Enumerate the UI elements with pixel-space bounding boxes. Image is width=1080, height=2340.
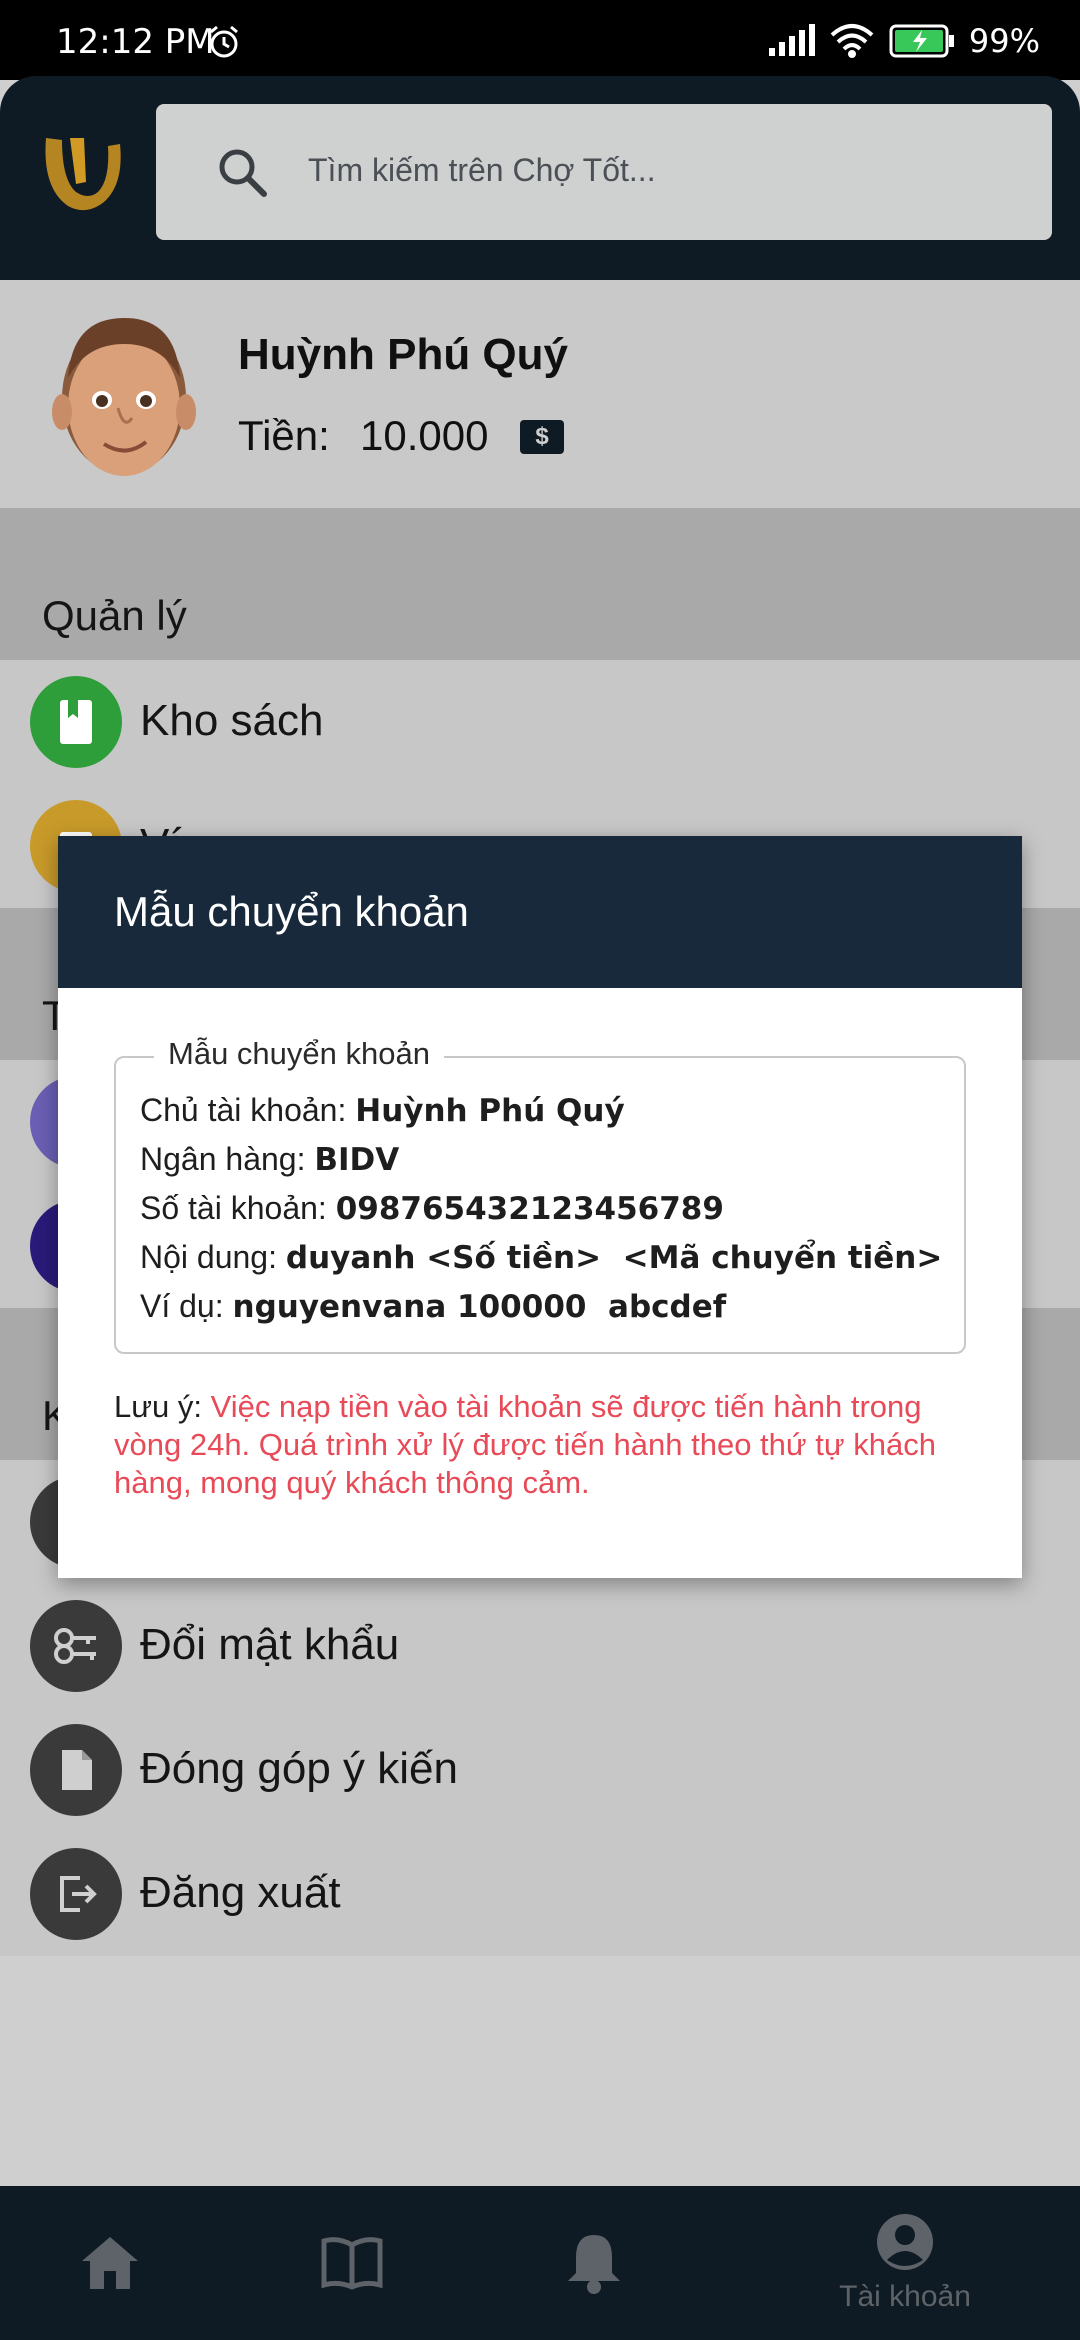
status-icons: 99% [767,22,1040,60]
wifi-icon [830,24,874,58]
book-open-icon [321,2237,383,2290]
info-account-holder: Chủ tài khoản: Huỳnh Phú Quý [140,1092,625,1129]
signal-icon [768,24,815,56]
dialog-title: Mẫu chuyển khoản [114,888,469,935]
list-item-book-store[interactable]: Kho sách [0,660,1080,784]
profile-name: Huỳnh Phú Quý [238,330,568,379]
info-example: Ví dụ: nguyenvana 100000 abcdef [140,1288,727,1325]
dialog-note: Lưu ý: Việc nạp tiền vào tài khoản sẽ đư… [114,1388,994,1502]
transfer-info-legend: Mẫu chuyển khoản [154,1036,444,1072]
list-item-label: Đổi mật khẩu [140,1620,400,1669]
status-time: 12:12 PM [56,22,215,62]
battery-icon [889,24,954,58]
note-label: Lưu ý: [114,1389,211,1424]
battery-percent: 99% [968,22,1040,60]
document-icon [30,1724,122,1816]
money-value: 10.000 [360,412,489,459]
info-bank: Ngân hàng: BIDV [140,1141,400,1178]
section-header-manage: Quản lý [0,508,1080,660]
nav-account-label: Tài khoản [839,2280,971,2313]
section-title-manage: Quản lý [42,592,187,639]
status-bar: 12:12 PM 99% [0,0,1080,80]
app-logo[interactable] [40,128,126,218]
note-text: Việc nạp tiền vào tài khoản sẽ được tiến… [114,1389,936,1500]
book-icon [30,676,122,768]
alarm-icon [210,25,238,58]
money-label: Tiền: [238,412,330,459]
list-item-logout[interactable]: Đăng xuất [0,1832,1080,1956]
info-account-number: Số tài khoản: 098765432123456789 [140,1190,724,1227]
info-content: Nội dung: duyanh <Số tiền> <Mã chuyển ti… [140,1239,943,1276]
list-item-label: Đóng góp ý kiến [140,1744,458,1793]
account-circle-icon [877,2214,933,2270]
bottom-nav: Tài khoản [0,2186,1080,2340]
dialog-header: Mẫu chuyển khoản [58,836,1022,988]
home-icon [82,2237,138,2289]
search-placeholder: Tìm kiếm trên Chợ Tốt... [308,152,656,188]
list-item-label: Đăng xuất [140,1868,341,1917]
avatar [52,318,196,476]
key-icon [30,1600,122,1692]
nav-library[interactable] [302,2186,402,2340]
nav-home[interactable] [60,2186,160,2340]
profile-card: Huỳnh Phú Quý Tiền: 10.000 $ [0,280,1080,508]
search-input[interactable]: Tìm kiếm trên Chợ Tốt... [156,104,1052,240]
logout-icon [30,1848,122,1940]
nav-account[interactable]: Tài khoản [820,2186,990,2340]
bell-icon [568,2235,620,2294]
money-icon: $ [520,420,564,454]
search-icon [219,149,267,197]
nav-notifications[interactable] [544,2186,644,2340]
list-item-change-password[interactable]: Đổi mật khẩu [0,1584,1080,1708]
transfer-template-dialog: Mẫu chuyển khoản Mẫu chuyển khoản Chủ tà… [58,836,1022,1578]
list-item-feedback[interactable]: Đóng góp ý kiến [0,1708,1080,1832]
list-item-label: Kho sách [140,696,324,745]
